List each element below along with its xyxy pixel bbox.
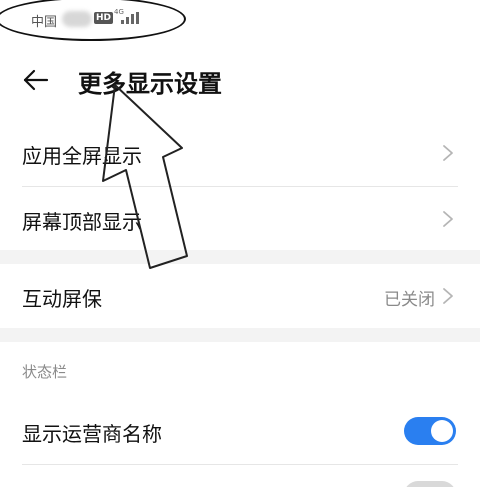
setting-row-next xyxy=(0,464,480,487)
menu-item-label: 互动屏保 xyxy=(22,287,102,311)
menu-item-fullscreen-apps[interactable]: 应用全屏显示 xyxy=(0,120,480,186)
next-setting-toggle[interactable] xyxy=(404,481,456,487)
divider xyxy=(22,186,458,187)
arrow-left-icon[interactable] xyxy=(22,66,50,94)
screensaver-card: 互动屏保 已关闭 xyxy=(0,264,480,328)
screensaver-status: 已关闭 xyxy=(384,290,435,310)
toggle-knob xyxy=(431,420,453,442)
status-bar: 中国 HD 4G xyxy=(0,0,480,44)
page-title: 更多显示设置 xyxy=(78,70,222,98)
section-title: 状态栏 xyxy=(22,363,68,381)
menu-card: 应用全屏显示 屏幕顶部显示 xyxy=(0,120,480,250)
chevron-right-icon xyxy=(443,211,453,227)
menu-item-interactive-screensaver[interactable]: 互动屏保 已关闭 xyxy=(0,264,480,330)
setting-label: 显示运营商名称 xyxy=(22,422,162,446)
menu-item-label: 应用全屏显示 xyxy=(22,144,142,168)
annotation-ellipse xyxy=(0,0,186,41)
menu-item-label: 屏幕顶部显示 xyxy=(22,210,142,234)
chevron-right-icon xyxy=(443,288,453,304)
header: 更多显示设置 xyxy=(0,44,480,120)
carrier-name-toggle[interactable] xyxy=(404,417,456,445)
divider xyxy=(22,464,458,465)
chevron-right-icon xyxy=(443,145,453,161)
menu-item-top-display[interactable]: 屏幕顶部显示 xyxy=(0,186,480,252)
setting-row-carrier-name: 显示运营商名称 xyxy=(0,398,480,464)
